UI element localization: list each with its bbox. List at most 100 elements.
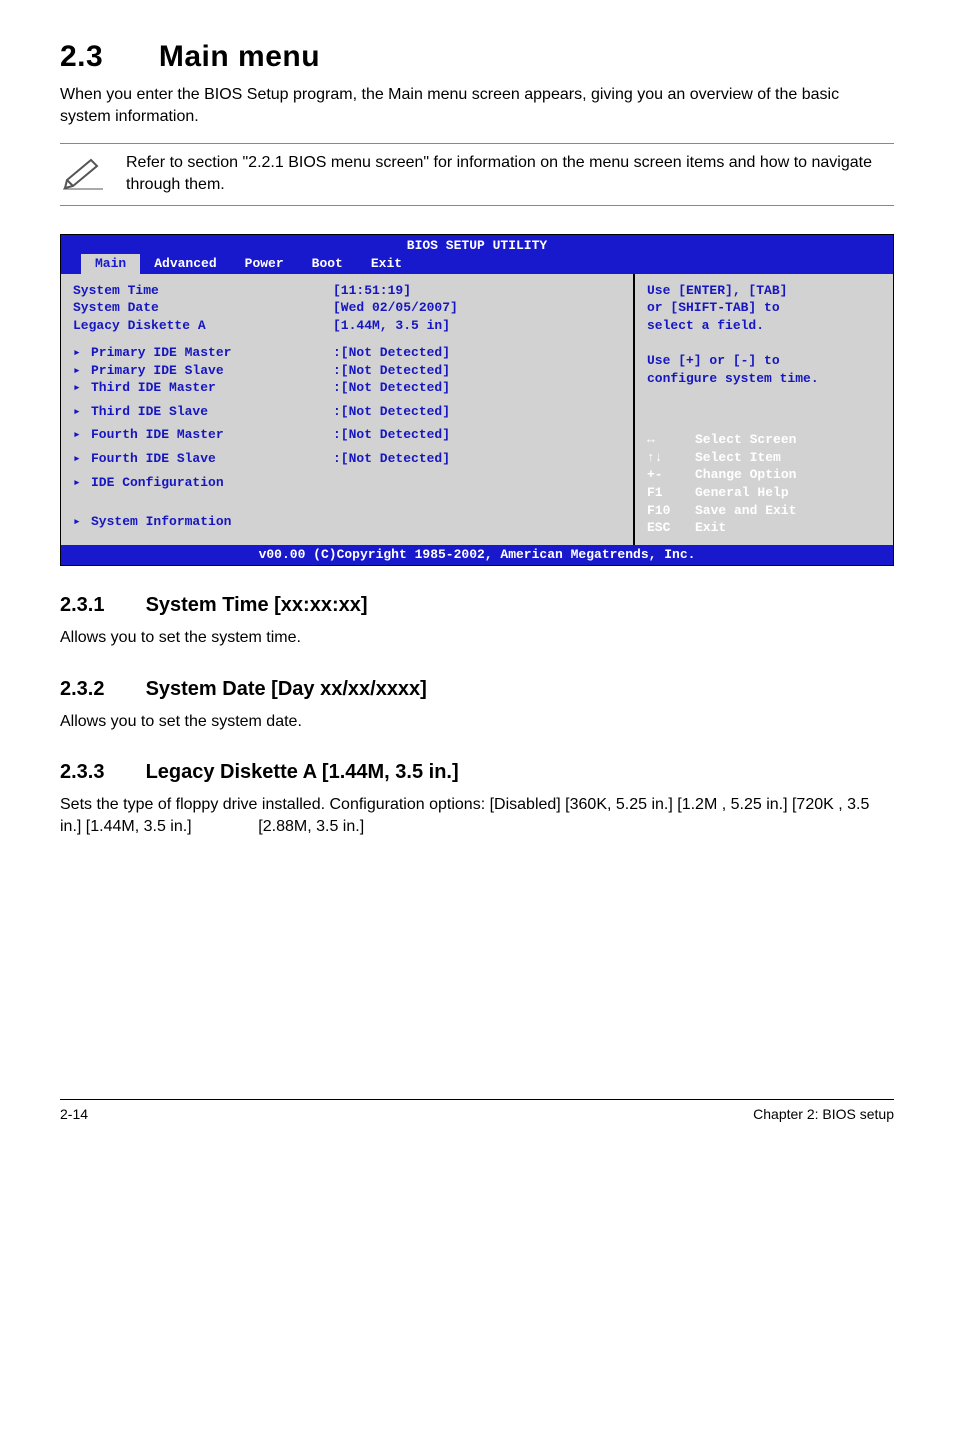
bios-value: :[Not Detected] <box>333 403 450 421</box>
help-key-desc: Select Screen <box>695 431 796 449</box>
bios-row-fourth-ide-master[interactable]: ▸Fourth IDE Master :[Not Detected] <box>73 426 621 444</box>
submenu-arrow-icon: ▸ <box>73 344 91 362</box>
subsection-body: Sets the type of floppy drive installed.… <box>60 794 894 839</box>
chapter-label: Chapter 2: BIOS setup <box>753 1106 894 1122</box>
bios-footer: v00.00 (C)Copyright 1985-2002, American … <box>61 545 893 566</box>
help-key: F10 <box>647 502 695 520</box>
bios-label-text: Primary IDE Slave <box>91 363 224 378</box>
bios-label: ▸Fourth IDE Slave <box>73 450 333 468</box>
bios-tab-power[interactable]: Power <box>231 254 298 274</box>
bios-label: System Date <box>73 299 333 317</box>
help-key: ↑↓ <box>647 449 695 467</box>
bios-label-text: Third IDE Master <box>91 380 216 395</box>
bios-label: ▸Fourth IDE Master <box>73 426 333 444</box>
bios-label: ▸System Information <box>73 513 333 531</box>
help-key: F1 <box>647 484 695 502</box>
page-number: 2-14 <box>60 1106 88 1122</box>
bios-label: ▸Third IDE Slave <box>73 403 333 421</box>
bios-help-pane: Use [ENTER], [TAB] or [SHIFT-TAB] to sel… <box>633 274 893 545</box>
subsection-heading: 2.3.1 System Time [xx:xx:xx] <box>60 594 894 617</box>
bios-label: ▸Primary IDE Master <box>73 344 333 362</box>
bios-key-help: ↔Select Screen ↑↓Select Item +-Change Op… <box>647 431 881 536</box>
bios-value: :[Not Detected] <box>333 379 450 397</box>
section-title: Main menu <box>159 40 320 73</box>
help-key-desc: Change Option <box>695 466 796 484</box>
bios-label-text: Fourth IDE Master <box>91 427 224 442</box>
submenu-arrow-icon: ▸ <box>73 426 91 444</box>
pencil-note-icon <box>60 152 106 190</box>
help-key: +- <box>647 466 695 484</box>
help-key-desc: General Help <box>695 484 789 502</box>
bios-label-text: Third IDE Slave <box>91 404 208 419</box>
bios-row-ide-configuration[interactable]: ▸IDE Configuration <box>73 474 621 492</box>
bios-label: ▸IDE Configuration <box>73 474 333 492</box>
page-footer: 2-14 Chapter 2: BIOS setup <box>60 1099 894 1122</box>
help-key-desc: Exit <box>695 519 726 537</box>
bios-row-system-time[interactable]: System Time [11:51:19] <box>73 282 621 300</box>
bios-row-system-information[interactable]: ▸System Information <box>73 513 621 531</box>
bios-row-primary-ide-master[interactable]: ▸Primary IDE Master :[Not Detected] <box>73 344 621 362</box>
bios-label: Legacy Diskette A <box>73 317 333 335</box>
bios-label-text: System Information <box>91 514 231 529</box>
submenu-arrow-icon: ▸ <box>73 474 91 492</box>
bios-row-fourth-ide-slave[interactable]: ▸Fourth IDE Slave :[Not Detected] <box>73 450 621 468</box>
bios-title: BIOS SETUP UTILITY <box>61 235 893 255</box>
subsection-number: 2.3.2 <box>60 678 140 701</box>
bios-tab-exit[interactable]: Exit <box>357 254 416 274</box>
note-block: Refer to section "2.2.1 BIOS menu screen… <box>60 143 894 206</box>
bios-label-text: Fourth IDE Slave <box>91 451 216 466</box>
bios-label: ▸Primary IDE Slave <box>73 362 333 380</box>
subsection-body: Allows you to set the system date. <box>60 711 894 733</box>
bios-help-line: configure system time. <box>647 370 881 388</box>
bios-row-legacy-diskette[interactable]: Legacy Diskette A [1.44M, 3.5 in] <box>73 317 621 335</box>
help-key: ESC <box>647 519 695 537</box>
bios-tab-advanced[interactable]: Advanced <box>140 254 230 274</box>
bios-value: [1.44M, 3.5 in] <box>333 317 450 335</box>
section-heading: 2.3 Main menu <box>60 40 894 74</box>
bios-value: [11:51:19] <box>333 282 411 300</box>
bios-label-text: Primary IDE Master <box>91 345 231 360</box>
bios-help-line: Use [+] or [-] to <box>647 352 881 370</box>
bios-value: :[Not Detected] <box>333 426 450 444</box>
submenu-arrow-icon: ▸ <box>73 403 91 421</box>
submenu-arrow-icon: ▸ <box>73 362 91 380</box>
help-key-desc: Save and Exit <box>695 502 796 520</box>
bios-value: :[Not Detected] <box>333 362 450 380</box>
bios-tab-boot[interactable]: Boot <box>298 254 357 274</box>
subsection-title: Legacy Diskette A [1.44M, 3.5 in.] <box>146 761 459 783</box>
bios-value: :[Not Detected] <box>333 450 450 468</box>
subsection-heading: 2.3.2 System Date [Day xx/xx/xxxx] <box>60 678 894 701</box>
help-key: ↔ <box>647 431 695 449</box>
submenu-arrow-icon: ▸ <box>73 513 91 531</box>
bios-body: System Time [11:51:19] System Date [Wed … <box>61 274 893 545</box>
subsection-title: System Time [xx:xx:xx] <box>146 594 368 616</box>
subsection-title: System Date [Day xx/xx/xxxx] <box>146 678 427 700</box>
bios-tab-main[interactable]: Main <box>81 254 140 274</box>
bios-label: ▸Third IDE Master <box>73 379 333 397</box>
bios-row-third-ide-master[interactable]: ▸Third IDE Master :[Not Detected] <box>73 379 621 397</box>
bios-label: System Time <box>73 282 333 300</box>
bios-value: :[Not Detected] <box>333 344 450 362</box>
help-key-desc: Select Item <box>695 449 781 467</box>
bios-label-text: IDE Configuration <box>91 475 224 490</box>
submenu-arrow-icon: ▸ <box>73 450 91 468</box>
bios-row-system-date[interactable]: System Date [Wed 02/05/2007] <box>73 299 621 317</box>
bios-help-line: or [SHIFT-TAB] to <box>647 299 881 317</box>
submenu-arrow-icon: ▸ <box>73 379 91 397</box>
bios-help-line: select a field. <box>647 317 881 335</box>
note-text: Refer to section "2.2.1 BIOS menu screen… <box>126 152 894 197</box>
bios-menubar: BIOS SETUP UTILITY Main Advanced Power B… <box>61 235 893 274</box>
bios-value: [Wed 02/05/2007] <box>333 299 458 317</box>
section-number: 2.3 <box>60 40 150 74</box>
subsection-body: Allows you to set the system time. <box>60 627 894 649</box>
subsection-number: 2.3.3 <box>60 761 140 784</box>
bios-left-pane: System Time [11:51:19] System Date [Wed … <box>61 274 633 545</box>
bios-row-third-ide-slave[interactable]: ▸Third IDE Slave :[Not Detected] <box>73 403 621 421</box>
bios-tabs: Main Advanced Power Boot Exit <box>61 254 893 274</box>
subsection-heading: 2.3.3 Legacy Diskette A [1.44M, 3.5 in.] <box>60 761 894 784</box>
section-intro: When you enter the BIOS Setup program, t… <box>60 84 894 129</box>
bios-row-primary-ide-slave[interactable]: ▸Primary IDE Slave :[Not Detected] <box>73 362 621 380</box>
subsection-number: 2.3.1 <box>60 594 140 617</box>
bios-screenshot: BIOS SETUP UTILITY Main Advanced Power B… <box>60 234 894 567</box>
bios-help-line: Use [ENTER], [TAB] <box>647 282 881 300</box>
